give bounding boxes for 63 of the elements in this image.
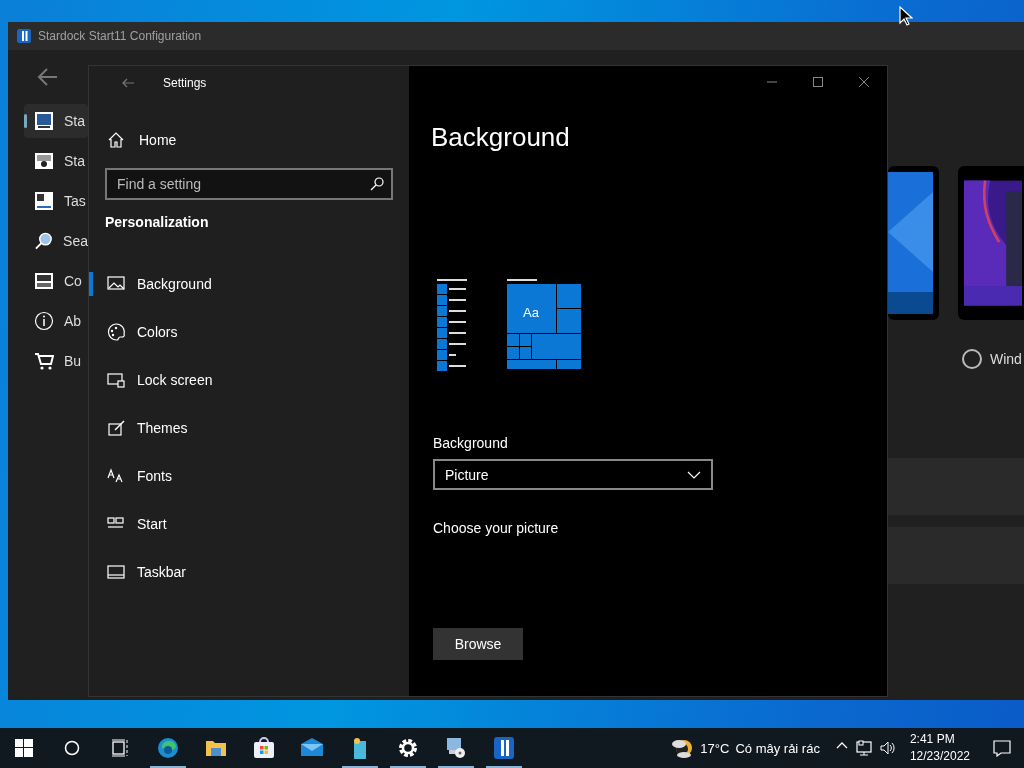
nav-item[interactable]: Themes — [89, 404, 393, 452]
taskbar-icon — [107, 563, 125, 581]
computer-disc-icon[interactable] — [444, 736, 468, 760]
store-icon[interactable] — [252, 736, 276, 760]
maximize-button[interactable] — [812, 76, 824, 88]
nav-item[interactable]: Colors — [89, 308, 393, 356]
screen-icon — [34, 151, 54, 171]
cursor-icon — [899, 6, 913, 26]
back-button[interactable] — [121, 76, 135, 90]
start-icon[interactable] — [15, 739, 33, 757]
nav-item[interactable]: Sta — [24, 144, 88, 178]
notification-icon[interactable] — [993, 739, 1011, 757]
nav-item[interactable]: Start — [89, 500, 393, 548]
picture-icon — [107, 275, 125, 293]
nav-item[interactable]: Tas — [24, 184, 88, 218]
volume-icon[interactable] — [879, 740, 896, 756]
start-menu-icon — [34, 111, 54, 131]
weather-text[interactable]: Có mây rải rác — [735, 740, 820, 756]
info-icon — [34, 311, 54, 331]
task-view-icon[interactable] — [112, 739, 128, 757]
window-icon — [34, 191, 54, 211]
nav-item[interactable]: Ab — [24, 304, 88, 338]
keyboard-icon — [34, 271, 54, 291]
search-field[interactable]: Find a setting — [105, 168, 393, 200]
fonts-icon — [107, 467, 125, 485]
search-icon — [34, 231, 54, 251]
close-button[interactable] — [858, 76, 870, 88]
chevron-down-icon — [687, 470, 701, 479]
nav-item[interactable]: Sta — [24, 104, 88, 138]
settings-icon[interactable] — [396, 736, 420, 760]
window-title: Settings — [163, 76, 207, 90]
brush-icon — [107, 419, 125, 437]
nav-item[interactable]: Lock screen — [89, 356, 393, 404]
home-link[interactable]: Home — [105, 120, 393, 160]
cart-icon — [34, 351, 54, 371]
nav-item[interactable]: Bu — [24, 344, 88, 378]
radio-label: Wind — [990, 351, 1022, 367]
field-label: Background — [433, 435, 509, 451]
nav-item[interactable]: Taskbar — [89, 548, 393, 596]
window-title: Stardock Start11 Configuration — [38, 29, 202, 43]
search-icon[interactable] — [64, 740, 80, 756]
home-icon — [107, 131, 125, 149]
lock-screen-icon — [107, 371, 125, 389]
nav-item[interactable]: Co — [24, 264, 88, 298]
clock[interactable]: 2:41 PM 12/23/2022 — [909, 731, 970, 765]
browse-button[interactable]: Browse — [433, 628, 523, 660]
nav-item[interactable]: Background — [89, 260, 393, 308]
palette-icon — [107, 323, 125, 341]
section-heading: Personalization — [105, 214, 210, 230]
nav-item[interactable]: Fonts — [89, 452, 393, 500]
dropdown[interactable]: Picture — [433, 459, 713, 490]
tile-label: Aa — [523, 305, 539, 320]
back-button[interactable] — [36, 66, 58, 88]
field-label: Choose your picture — [433, 520, 560, 536]
search-icon — [370, 177, 384, 191]
app-logo-icon — [16, 28, 32, 44]
network-icon[interactable] — [855, 740, 872, 756]
nav-item[interactable]: Sea — [24, 224, 88, 258]
page-title: Background — [431, 122, 571, 153]
stardock-logo-icon[interactable] — [492, 736, 516, 760]
radio-button[interactable] — [962, 349, 982, 369]
temperature[interactable]: 17°C — [700, 740, 730, 756]
edge-icon[interactable] — [156, 736, 180, 760]
